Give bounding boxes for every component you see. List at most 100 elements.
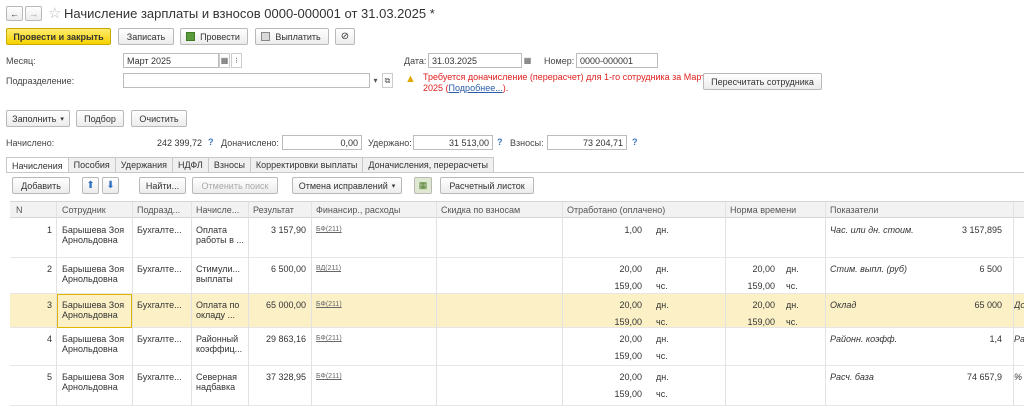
tab-recalculations[interactable]: Доначисления, перерасчеты	[362, 157, 495, 172]
table-icon: ▦	[418, 180, 428, 190]
month-field[interactable]: Март 2025	[123, 53, 219, 68]
finance-link[interactable]: БФ(211)	[316, 301, 342, 308]
post-button[interactable]: Провести	[180, 28, 248, 45]
forward-button[interactable]: →	[25, 6, 42, 21]
indicator-name: Районн. коэфф.	[830, 334, 898, 344]
result-cell: 6 500,00	[270, 264, 306, 274]
col-result[interactable]: Результат	[253, 205, 294, 215]
employee-line2: Арнольдовна	[62, 274, 118, 284]
warning-more-link[interactable]: Подробнее...	[449, 83, 503, 93]
row-number: 2	[46, 264, 52, 274]
tab-deductions[interactable]: Удержания	[114, 157, 173, 172]
month-label: Месяц:	[6, 56, 36, 66]
chevron-down-icon: ▾	[60, 115, 64, 123]
worked-days: 20,00	[619, 300, 642, 310]
date-label: Дата:	[404, 56, 427, 66]
indicator-extra: До	[1014, 300, 1024, 310]
accrual-line2: работы в ...	[196, 235, 244, 245]
calendar-icon[interactable]: ▦	[219, 53, 230, 68]
employee-line2: Арнольдовна	[62, 235, 118, 245]
clear-button[interactable]: Очистить	[131, 110, 187, 127]
divider	[825, 202, 826, 405]
payslip-button[interactable]: Расчетный листок	[440, 177, 534, 194]
col-norm[interactable]: Норма времени	[730, 205, 796, 215]
post-icon	[186, 32, 195, 41]
employee-line2: Арнольдовна	[62, 382, 118, 392]
col-indicators[interactable]: Показатели	[830, 205, 878, 215]
attach-button[interactable]: ⊘	[335, 28, 355, 45]
arrow-up-icon: ⬆	[86, 180, 95, 191]
finance-link[interactable]: ВД(211)	[316, 265, 341, 272]
col-worked[interactable]: Отработано (оплачено)	[567, 205, 665, 215]
move-down-button[interactable]: ⬇	[102, 177, 119, 194]
indicator-name: Стим. выпл. (руб)	[830, 264, 907, 274]
tab-divider	[6, 172, 1024, 173]
month-stepper[interactable]: ⁝	[231, 53, 242, 68]
norm-days-unit: дн.	[786, 264, 799, 274]
grid-settings-button[interactable]: ▦	[414, 177, 432, 194]
date-field[interactable]: 31.03.2025	[428, 53, 522, 68]
post-label: Провести	[200, 31, 240, 42]
paperclip-icon: ⊘	[340, 31, 350, 42]
divider	[1013, 202, 1014, 405]
warning-icon: ▲	[405, 73, 416, 85]
fill-button[interactable]: Заполнить ▾	[6, 110, 70, 127]
result-cell: 3 157,90	[270, 225, 306, 235]
cancel-search-button[interactable]: Отменить поиск	[192, 177, 278, 194]
date-calendar-icon[interactable]: ▦	[522, 53, 533, 68]
table-row[interactable]: 1 Барышева Зоя Арнольдовна Бухгалте... Оплат…	[10, 219, 1024, 258]
col-division[interactable]: Подразд...	[137, 205, 180, 215]
division-cell: Бухгалте...	[137, 264, 182, 274]
finance-link[interactable]: БФ(211)	[316, 226, 342, 233]
tab-benefits[interactable]: Пособия	[67, 157, 116, 172]
divider	[436, 202, 437, 405]
pay-icon	[261, 32, 270, 41]
division-field[interactable]	[123, 73, 370, 88]
col-discount[interactable]: Скидка по взносам	[441, 205, 520, 215]
division-cell: Бухгалте...	[137, 372, 182, 382]
select-button[interactable]: Подбор	[76, 110, 124, 127]
table-row[interactable]: 2 Барышева Зоя Арнольдовна Бухгалте... Стиму…	[10, 258, 1024, 294]
back-button[interactable]: ←	[6, 6, 23, 21]
accrued-help-icon[interactable]: ?	[208, 137, 214, 147]
finance-link[interactable]: БФ(211)	[316, 373, 342, 380]
fill-label: Заполнить	[12, 113, 57, 124]
indicator-name: Час. или дн. стоим.	[830, 225, 914, 235]
table-row[interactable]: 4 Барышева Зоя Арнольдовна Бухгалте... Район…	[10, 328, 1024, 366]
tab-ndfl[interactable]: НДФЛ	[171, 157, 209, 172]
col-n[interactable]: N	[16, 205, 23, 215]
cancel-corrections-label: Отмена исправлений	[298, 180, 388, 191]
table-row[interactable]: 5 Барышева Зоя Арнольдовна Бухгалте... Север…	[10, 366, 1024, 406]
tab-accruals[interactable]: Начисления	[6, 157, 69, 173]
favorite-star-icon[interactable]: ☆	[48, 4, 61, 22]
indicator-extra: Ра	[1014, 334, 1024, 344]
col-employee[interactable]: Сотрудник	[62, 205, 106, 215]
worked-hours: 159,00	[614, 351, 642, 361]
recalculate-employee-button[interactable]: Пересчитать сотрудника	[703, 73, 822, 90]
contrib-help-icon[interactable]: ?	[632, 137, 638, 147]
post-and-close-button[interactable]: Провести и закрыть	[6, 28, 111, 45]
accrued-label: Начислено:	[6, 138, 55, 148]
number-field[interactable]: 0000-000001	[576, 53, 658, 68]
division-open[interactable]: ⧉	[382, 73, 393, 88]
tab-contributions[interactable]: Взносы	[207, 157, 251, 172]
division-cell: Бухгалте...	[137, 334, 182, 344]
find-button[interactable]: Найти...	[139, 177, 186, 194]
division-dropdown[interactable]: ▾	[370, 73, 381, 88]
save-button[interactable]: Записать	[118, 28, 174, 45]
col-accrual[interactable]: Начисле...	[196, 205, 239, 215]
norm-hours-unit: чс.	[786, 281, 798, 291]
row-number: 3	[46, 300, 52, 310]
table-row[interactable]: 3 Барышева Зоя Арнольдовна Бухгалте... Оплат…	[10, 294, 1024, 328]
indicator-value: 65 000	[974, 300, 1002, 310]
move-up-button[interactable]: ⬆	[82, 177, 99, 194]
tab-payment-adjustments[interactable]: Корректировки выплаты	[249, 157, 364, 172]
pay-button[interactable]: Выплатить	[255, 28, 329, 45]
cancel-corrections-button[interactable]: Отмена исправлений ▾	[292, 177, 402, 194]
worked-hours: 159,00	[614, 389, 642, 399]
finance-link[interactable]: БФ(211)	[316, 335, 342, 342]
col-finance[interactable]: Финансир., расходы	[316, 205, 400, 215]
add-button[interactable]: Добавить	[12, 177, 70, 194]
withheld-help-icon[interactable]: ?	[497, 137, 503, 147]
worked-hours-unit: чс.	[656, 281, 668, 291]
